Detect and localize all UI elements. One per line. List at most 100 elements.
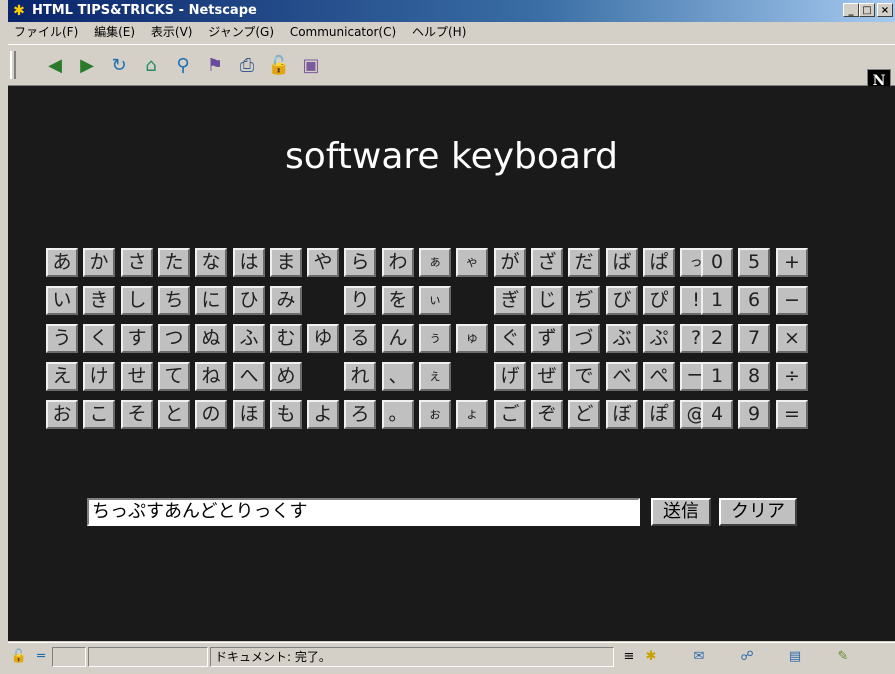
kana-key[interactable]: び [606,286,638,315]
maximize-button[interactable]: □ [859,3,875,17]
kana-key[interactable]: ぶ [606,324,638,353]
mail-icon[interactable]: ✉ [690,649,708,665]
newsgroup-icon[interactable]: ☍ [738,649,756,665]
kana-key[interactable]: て [158,362,190,391]
kana-key[interactable]: か [83,248,115,277]
kana-key[interactable]: ぞ [531,400,563,429]
kana-key[interactable]: わ [382,248,414,277]
print-icon[interactable]: ⎙ [234,53,260,79]
kana-key[interactable]: ろ [344,400,376,429]
kana-key[interactable]: ば [606,248,638,277]
kana-key[interactable]: せ [121,362,153,391]
kana-key[interactable]: ゃ [456,248,488,277]
kana-key[interactable]: れ [344,362,376,391]
menu-communicator[interactable]: Communicator(C) [290,25,396,39]
kana-key[interactable]: ね [195,362,227,391]
kana-key[interactable]: ざ [531,248,563,277]
text-input[interactable]: ちっぷすあんどとりっくす [87,498,640,526]
kana-key[interactable]: ぽ [643,400,675,429]
number-key[interactable]: 9 [738,400,770,429]
kana-key[interactable]: ゆ [307,324,339,353]
kana-key[interactable]: う [46,324,78,353]
kana-key[interactable]: ち [158,286,190,315]
kana-key[interactable]: ら [344,248,376,277]
kana-key[interactable]: き [83,286,115,315]
kana-key[interactable]: る [344,324,376,353]
forward-icon[interactable]: ▶ [74,53,100,79]
kana-key[interactable]: ひ [233,286,265,315]
kana-key[interactable]: く [83,324,115,353]
kana-key[interactable]: べ [606,362,638,391]
minimize-button[interactable]: _ [843,3,859,17]
guide-icon[interactable]: ⚑ [202,53,228,79]
kana-key[interactable]: ど [568,400,600,429]
kana-key[interactable]: り [344,286,376,315]
kana-key[interactable]: ぷ [643,324,675,353]
kana-key[interactable]: こ [83,400,115,429]
kana-key[interactable]: づ [568,324,600,353]
kana-key[interactable]: ぁ [419,248,451,277]
kana-key[interactable]: つ [158,324,190,353]
kana-key[interactable]: ぐ [494,324,526,353]
kana-key[interactable]: 、 [382,362,414,391]
kana-key[interactable]: は [233,248,265,277]
number-key[interactable]: 8 [738,362,770,391]
kana-key[interactable]: げ [494,362,526,391]
number-key[interactable]: − [776,286,808,315]
kana-key[interactable]: の [195,400,227,429]
clear-button[interactable]: クリア [719,498,797,526]
home-icon[interactable]: ⌂ [138,53,164,79]
component-bar-grip-icon[interactable]: ≡ [620,649,638,665]
kana-key[interactable]: ん [382,324,414,353]
kana-key[interactable]: ぇ [419,362,451,391]
number-key[interactable]: 1 [701,286,733,315]
kana-key[interactable]: え [46,362,78,391]
reload-icon[interactable]: ↻ [106,53,132,79]
kana-key[interactable]: じ [531,286,563,315]
kana-key[interactable]: ご [494,400,526,429]
kana-key[interactable]: が [494,248,526,277]
number-key[interactable]: 5 [738,248,770,277]
toolbar-grip[interactable] [10,51,16,79]
submit-button[interactable]: 送信 [651,498,711,526]
kana-key[interactable]: お [46,400,78,429]
menu-go[interactable]: ジャンプ(G) [208,25,274,39]
number-key[interactable]: 7 [738,324,770,353]
kana-key[interactable]: と [158,400,190,429]
kana-key[interactable]: を [382,286,414,315]
number-key[interactable]: 1 [701,362,733,391]
kana-key[interactable]: ず [531,324,563,353]
number-key[interactable]: × [776,324,808,353]
kana-key[interactable]: む [270,324,302,353]
kana-key[interactable]: し [121,286,153,315]
kana-key[interactable]: た [158,248,190,277]
kana-key[interactable]: だ [568,248,600,277]
kana-key[interactable]: ぉ [419,400,451,429]
address-book-icon[interactable]: ▤ [786,649,804,665]
kana-key[interactable]: ぱ [643,248,675,277]
kana-key[interactable]: な [195,248,227,277]
menu-edit[interactable]: 編集(E) [94,25,135,39]
number-key[interactable]: 6 [738,286,770,315]
kana-key[interactable]: ぴ [643,286,675,315]
search-icon[interactable]: ⚲ [170,53,196,79]
kana-key[interactable]: す [121,324,153,353]
kana-key[interactable]: で [568,362,600,391]
security-icon[interactable]: 🔓 [266,53,292,79]
kana-key[interactable]: ぢ [568,286,600,315]
kana-key[interactable]: ぃ [419,286,451,315]
kana-key[interactable]: や [307,248,339,277]
kana-key[interactable]: そ [121,400,153,429]
number-key[interactable]: = [776,400,808,429]
kana-key[interactable]: ふ [233,324,265,353]
kana-key[interactable]: ぜ [531,362,563,391]
menu-help[interactable]: ヘルプ(H) [412,25,466,39]
kana-key[interactable]: ぬ [195,324,227,353]
kana-key[interactable]: ぺ [643,362,675,391]
kana-key[interactable]: め [270,362,302,391]
number-key[interactable]: + [776,248,808,277]
kana-key[interactable]: あ [46,248,78,277]
kana-key[interactable]: ぼ [606,400,638,429]
kana-key[interactable]: み [270,286,302,315]
kana-key[interactable]: ほ [233,400,265,429]
